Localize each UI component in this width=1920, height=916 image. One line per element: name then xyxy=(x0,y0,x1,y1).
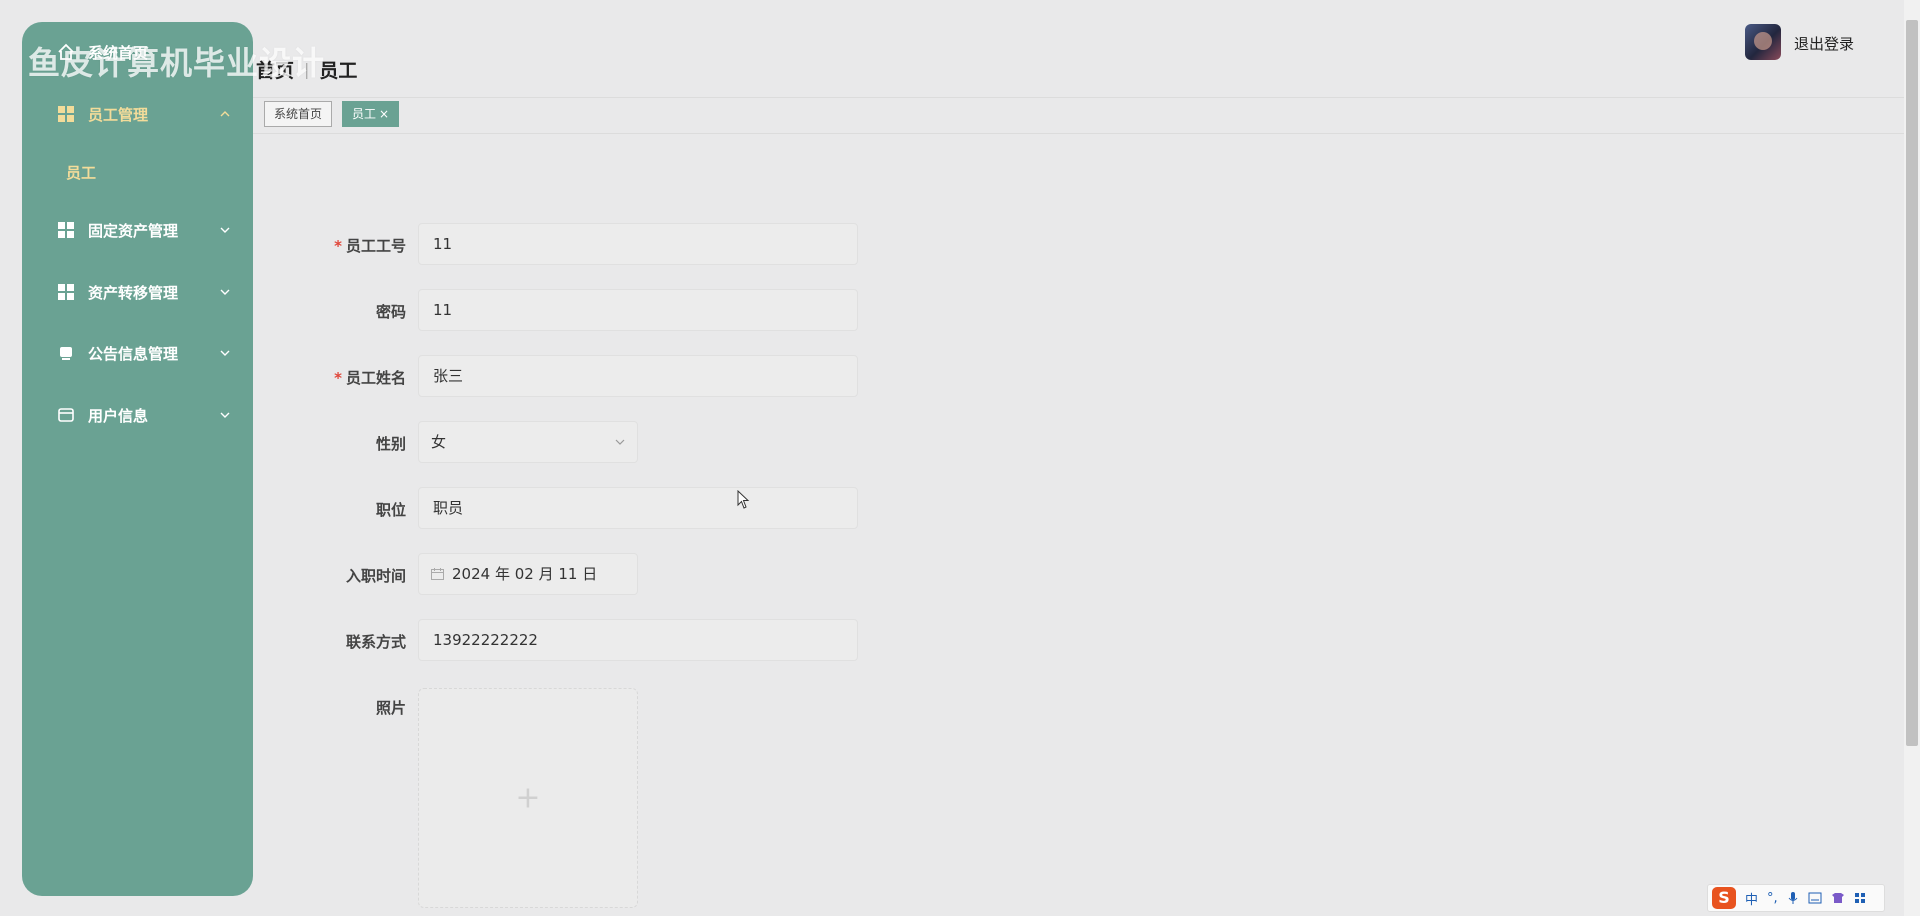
photo-upload[interactable]: + xyxy=(418,688,638,908)
tabs-divider xyxy=(253,133,1904,134)
employee-no-value: 11 xyxy=(433,235,453,253)
logout-button[interactable]: 退出登录 xyxy=(1794,33,1854,54)
employee-no-label: * 员工工号 xyxy=(334,237,406,255)
avatar[interactable] xyxy=(1745,24,1781,60)
sidebar-item-announcements[interactable]: 公告信息管理 xyxy=(22,333,253,373)
sidebar-item-fixed-assets[interactable]: 固定资产管理 xyxy=(22,210,253,250)
required-mark: * xyxy=(334,369,342,387)
tab-label: 员工 xyxy=(352,107,377,121)
tab-home[interactable]: 系统首页 xyxy=(264,101,333,127)
chevron-up-icon xyxy=(220,111,230,117)
password-input[interactable]: 11 xyxy=(418,289,858,331)
grid-icon xyxy=(57,105,75,123)
contact-value: 13922222222 xyxy=(433,631,538,649)
position-label: 职位 xyxy=(375,501,406,519)
password-value: 11 xyxy=(433,301,453,319)
tab-employee[interactable]: 员工 × xyxy=(342,101,400,127)
sidebar-item-label: 资产转移管理 xyxy=(88,283,179,302)
header-divider xyxy=(253,97,1904,98)
hire-date-picker[interactable]: 2024 年 02 月 11 日 xyxy=(418,553,638,595)
card-icon xyxy=(57,406,75,424)
position-input[interactable]: 职员 xyxy=(418,487,858,529)
sidebar-item-label: 固定资产管理 xyxy=(88,221,179,240)
sidebar-item-label: 员工管理 xyxy=(88,105,149,124)
required-mark: * xyxy=(334,237,342,255)
gender-value: 女 xyxy=(431,433,447,451)
mouse-cursor-icon xyxy=(737,490,750,509)
chevron-down-icon xyxy=(220,289,230,295)
skin-icon[interactable] xyxy=(1831,892,1845,904)
ime-toolbar[interactable]: S 中 °, xyxy=(1707,884,1885,912)
password-label: 密码 xyxy=(375,303,406,321)
toolbox-icon[interactable] xyxy=(1854,892,1866,904)
grid-icon xyxy=(57,221,75,239)
sidebar-item-label: 用户信息 xyxy=(88,406,149,425)
watermark: 鱼皮计算机毕业设计 xyxy=(28,44,326,82)
ime-logo[interactable]: S xyxy=(1712,887,1736,909)
employee-name-input[interactable]: 张三 xyxy=(418,355,858,397)
sidebar: 系统首页 员工管理 员工 固定资产管理 资产转移管理 公告信息管理 用户信息 xyxy=(22,22,253,896)
chevron-down-icon xyxy=(615,439,625,445)
hire-date-label: 入职时间 xyxy=(345,567,406,585)
ime-language[interactable]: 中 xyxy=(1745,889,1758,908)
tab-label: 系统首页 xyxy=(274,107,323,121)
microphone-icon[interactable] xyxy=(1787,891,1799,905)
employee-no-input[interactable]: 11 xyxy=(418,223,858,265)
chevron-down-icon xyxy=(220,412,230,418)
contact-input[interactable]: 13922222222 xyxy=(418,619,858,661)
sidebar-item-employee-management[interactable]: 员工管理 xyxy=(22,94,253,134)
sidebar-subitem-label: 员工 xyxy=(66,163,97,182)
photo-label: 照片 xyxy=(375,699,406,717)
sidebar-item-label: 公告信息管理 xyxy=(88,344,179,363)
notice-icon xyxy=(57,344,75,362)
contact-label: 联系方式 xyxy=(345,633,406,651)
ime-punctuation[interactable]: °, xyxy=(1767,891,1778,906)
plus-icon: + xyxy=(515,780,541,816)
sidebar-item-asset-transfer[interactable]: 资产转移管理 xyxy=(22,272,253,312)
sidebar-item-user-info[interactable]: 用户信息 xyxy=(22,395,253,435)
chevron-down-icon xyxy=(220,350,230,356)
gender-select[interactable]: 女 xyxy=(418,421,638,463)
position-value: 职员 xyxy=(433,499,464,517)
employee-name-value: 张三 xyxy=(433,367,464,385)
breadcrumb-current: 员工 xyxy=(319,60,358,82)
employee-name-label: * 员工姓名 xyxy=(334,369,406,387)
hire-date-value: 2024 年 02 月 11 日 xyxy=(452,565,598,583)
sidebar-subitem-employee[interactable]: 员工 xyxy=(22,152,253,192)
chevron-down-icon xyxy=(220,227,230,233)
close-icon[interactable]: × xyxy=(379,107,389,121)
gender-label: 性别 xyxy=(375,435,406,453)
grid-icon xyxy=(57,283,75,301)
calendar-icon xyxy=(431,568,444,580)
keyboard-icon[interactable] xyxy=(1808,892,1822,904)
scrollbar-thumb[interactable] xyxy=(1906,20,1918,746)
